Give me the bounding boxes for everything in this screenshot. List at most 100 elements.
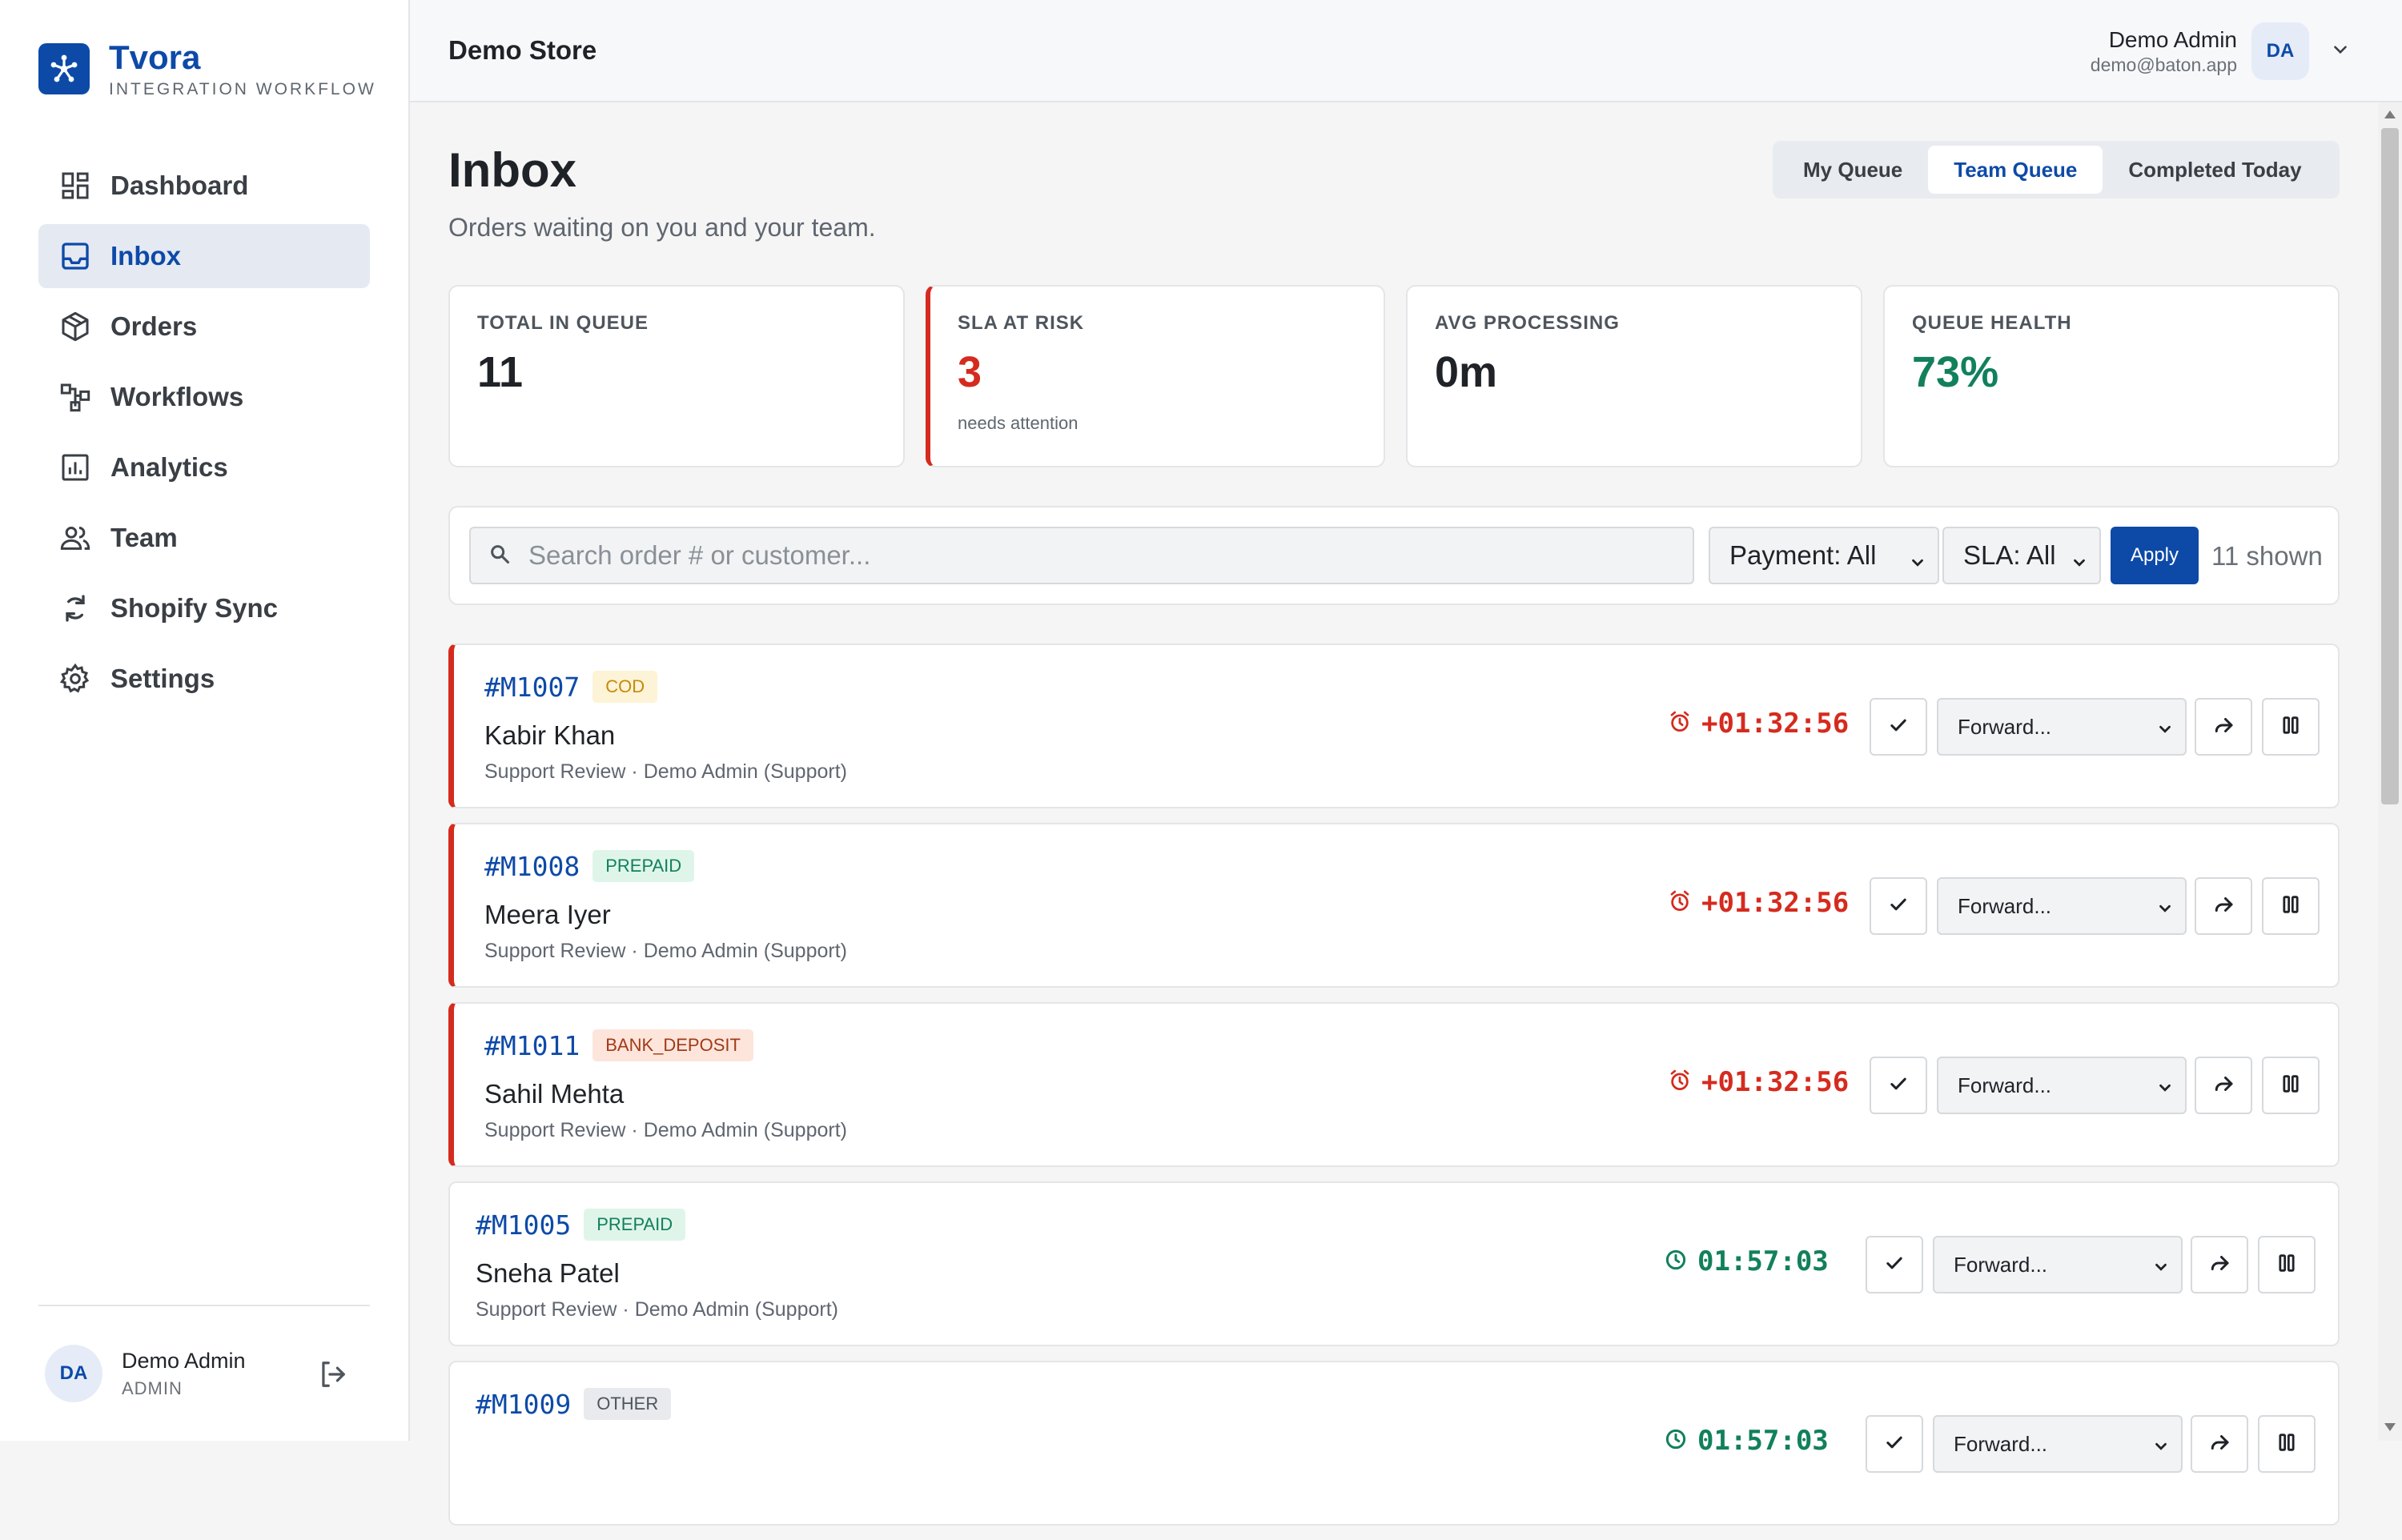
order-card[interactable]: #M1011 BANK_DEPOSIT Sahil Mehta Support … (448, 1002, 2340, 1167)
gear-icon (58, 661, 93, 696)
order-meta: Support Review · Demo Admin (Support) (476, 1298, 838, 1321)
sidebar-item-label: Workflows (110, 382, 244, 411)
user-menu[interactable]: Demo Admin demo@baton.app DA (2091, 22, 2351, 80)
chevron-down-icon (2152, 1257, 2170, 1281)
complete-button[interactable] (1870, 698, 1927, 756)
sidebar-item-dashboard[interactable]: Dashboard (38, 154, 370, 218)
order-card[interactable]: #M1009 OTHER 01:57:03 Forward... (448, 1361, 2340, 1526)
order-card[interactable]: #M1007 COD Kabir Khan Support Review · D… (448, 644, 2340, 808)
chevron-down-icon (2071, 547, 2088, 578)
chevron-down-icon (2152, 1436, 2170, 1461)
sidebar-item-settings[interactable]: Settings (38, 647, 370, 711)
analytics-icon (58, 450, 93, 485)
sidebar-item-label: Inbox (110, 241, 181, 271)
stat-value: 0m (1435, 348, 1498, 396)
pause-button[interactable] (2258, 1415, 2316, 1473)
sidebar: Tvora INTEGRATION WORKFLOW Dashboard Inb… (0, 0, 410, 1441)
page-subtitle: Orders waiting on you and your team. (448, 213, 876, 242)
sidebar-item-label: Dashboard (110, 170, 249, 200)
order-id[interactable]: #M1011 (484, 1030, 580, 1061)
order-id[interactable]: #M1007 (484, 672, 580, 703)
forward-button[interactable] (2195, 877, 2252, 935)
pause-button[interactable] (2262, 698, 2320, 756)
scroll-thumb[interactable] (2381, 128, 2399, 804)
sla-filter-select[interactable]: SLA: All (1942, 527, 2101, 584)
search-placeholder: Search order # or customer... (528, 540, 871, 570)
forward-select[interactable]: Forward... (1937, 877, 2187, 935)
stat-card-queue-health: QUEUE HEALTH 73% (1883, 285, 2340, 467)
forward-arrow-icon (2207, 1430, 2231, 1458)
check-icon (1887, 893, 1910, 920)
tab-team-queue[interactable]: Team Queue (1928, 146, 2103, 194)
scroll-down-arrow[interactable] (2384, 1423, 2396, 1431)
payment-badge: PREPAID (592, 850, 695, 882)
forward-button[interactable] (2195, 1057, 2252, 1114)
complete-button[interactable] (1870, 877, 1927, 935)
pause-button[interactable] (2262, 1057, 2320, 1114)
stat-value: 3 (958, 348, 982, 396)
forward-button[interactable] (2191, 1236, 2248, 1293)
pause-button[interactable] (2262, 877, 2320, 935)
sidebar-item-team[interactable]: Team (38, 506, 370, 570)
pause-button[interactable] (2258, 1236, 2316, 1293)
brand-subtitle: INTEGRATION WORKFLOW (109, 80, 376, 98)
sla-timer: 01:57:03 (1664, 1245, 1829, 1277)
sidebar-item-label: Team (110, 523, 178, 552)
order-id[interactable]: #M1008 (484, 851, 580, 882)
forward-button[interactable] (2195, 698, 2252, 756)
scroll-up-arrow[interactable] (2384, 110, 2396, 118)
complete-button[interactable] (1866, 1236, 1923, 1293)
sla-filter-value: SLA: All (1963, 540, 2056, 570)
store-name: Demo Store (448, 35, 597, 65)
payment-filter-value: Payment: All (1729, 540, 1877, 570)
tab-completed-today[interactable]: Completed Today (2103, 146, 2327, 194)
sidebar-item-workflows[interactable]: Workflows (38, 365, 370, 429)
complete-button[interactable] (1866, 1415, 1923, 1473)
forward-select-value: Forward... (1954, 1252, 2048, 1277)
workflow-icon (58, 379, 93, 415)
stat-label: QUEUE HEALTH (1912, 312, 2072, 334)
tab-my-queue[interactable]: My Queue (1777, 146, 1928, 194)
apply-button[interactable]: Apply (2111, 527, 2199, 584)
order-meta: Support Review · Demo Admin (Support) (484, 1119, 847, 1141)
order-id[interactable]: #M1009 (476, 1389, 571, 1420)
order-list: #M1007 COD Kabir Khan Support Review · D… (448, 644, 2340, 1540)
sidebar-item-inbox[interactable]: Inbox (38, 224, 370, 288)
sidebar-item-shopify-sync[interactable]: Shopify Sync (38, 576, 370, 640)
payment-filter-select[interactable]: Payment: All (1709, 527, 1939, 584)
sidebar-divider (38, 1305, 370, 1306)
clock-icon (1664, 1248, 1688, 1276)
order-card[interactable]: #M1005 PREPAID Sneha Patel Support Revie… (448, 1181, 2340, 1346)
forward-select-value: Forward... (1954, 1431, 2048, 1456)
scrollbar[interactable] (2378, 102, 2402, 1441)
stat-note: needs attention (958, 413, 1078, 433)
alarm-clock-icon (1668, 889, 1692, 917)
forward-select[interactable]: Forward... (1937, 698, 2187, 756)
pause-icon (2279, 714, 2302, 740)
pause-icon (2275, 1252, 2298, 1278)
sla-timer-value: 01:57:03 (1697, 1425, 1829, 1457)
forward-select[interactable]: Forward... (1933, 1415, 2183, 1473)
complete-button[interactable] (1870, 1057, 1927, 1114)
stat-value: 11 (477, 348, 524, 396)
customer-name: Sahil Mehta (484, 1079, 625, 1109)
sidebar-item-orders[interactable]: Orders (38, 295, 370, 359)
order-card[interactable]: #M1008 PREPAID Meera Iyer Support Review… (448, 823, 2340, 988)
sidebar-item-analytics[interactable]: Analytics (38, 435, 370, 499)
forward-button[interactable] (2191, 1415, 2248, 1473)
logout-icon[interactable] (317, 1359, 347, 1394)
chevron-down-icon[interactable] (2330, 39, 2351, 64)
forward-arrow-icon (2207, 1251, 2231, 1279)
customer-name: Sneha Patel (476, 1258, 620, 1288)
page-title: Inbox (448, 143, 576, 197)
forward-select[interactable]: Forward... (1937, 1057, 2187, 1114)
order-id[interactable]: #M1005 (476, 1209, 571, 1241)
forward-select[interactable]: Forward... (1933, 1236, 2183, 1293)
dashboard-icon (58, 168, 93, 203)
stat-label: TOTAL IN QUEUE (477, 312, 649, 334)
filter-bar: Search order # or customer... Payment: A… (448, 506, 2340, 605)
brand[interactable]: Tvora INTEGRATION WORKFLOW (38, 38, 376, 99)
sla-timer: 01:57:03 (1664, 1425, 1829, 1457)
search-input[interactable]: Search order # or customer... (469, 527, 1694, 584)
sla-timer: +01:32:56 (1668, 1066, 1849, 1098)
